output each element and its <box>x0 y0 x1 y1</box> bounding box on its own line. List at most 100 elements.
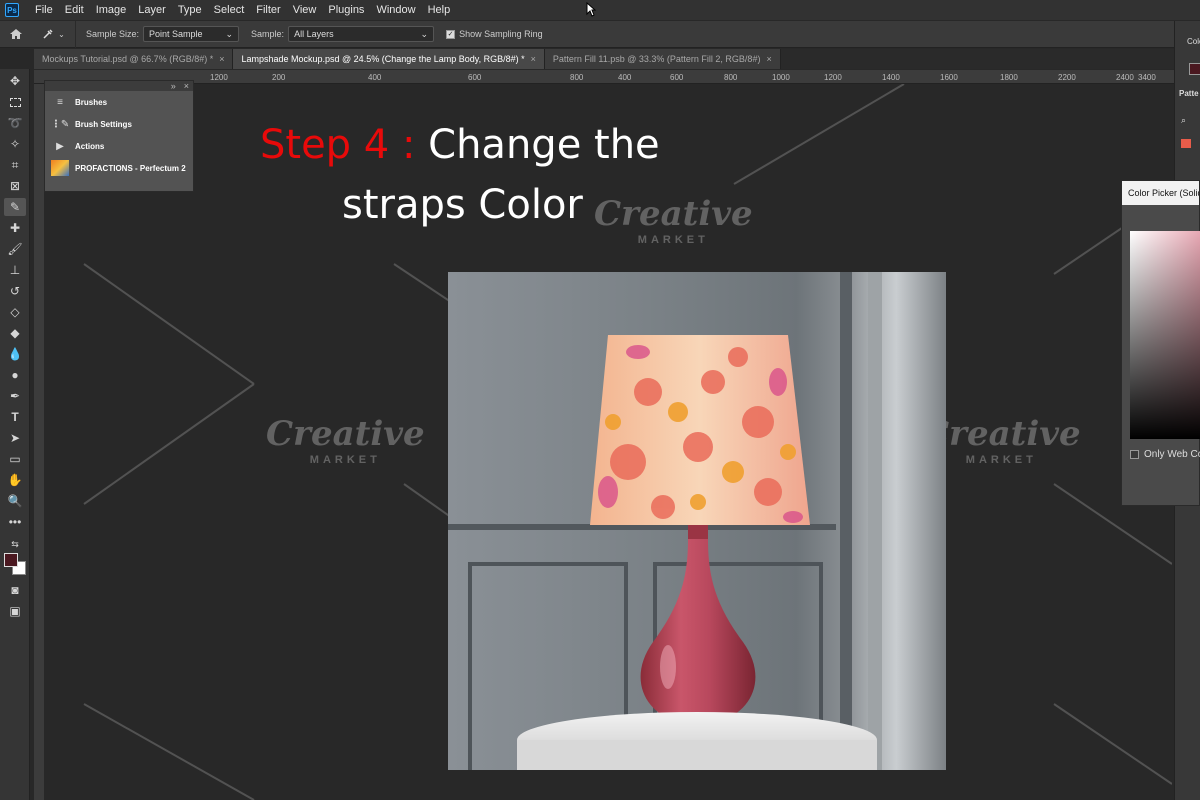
close-icon[interactable]: × <box>766 54 771 64</box>
ruler-label: 400 <box>368 73 382 82</box>
rectangle-tool-icon[interactable]: ▭ <box>4 450 26 468</box>
pen-tool-icon[interactable]: ✒ <box>4 387 26 405</box>
menu-filter[interactable]: Filter <box>250 4 286 16</box>
only-web-colors-checkbox[interactable] <box>1130 450 1139 459</box>
chevron-down-icon: ⌄ <box>58 29 65 39</box>
tools-panel: ✥ ➰ ✧ ⌗ ⊠ ✎ ✚ 🖌 ⊥ ↺ ◇ ◆ 💧 ● ✒ T ➤ ▭ ✋ 🔍 … <box>0 69 30 800</box>
ruler-label: 1400 <box>882 73 900 82</box>
panel-item-brush-settings[interactable]: ⋮✎ Brush Settings <box>45 113 193 135</box>
color-picker-title: Color Picker (Solid Color) <box>1122 181 1199 205</box>
panel-item-profactions[interactable]: PROFACTIONS - Perfectum 2 <box>45 157 193 179</box>
hand-tool-icon[interactable]: ✋ <box>4 471 26 489</box>
step-number: Step 4 : <box>260 122 416 168</box>
document-tab-bar: Mockups Tutorial.psd @ 66.7% (RGB/8#) * … <box>34 49 1174 69</box>
healing-brush-tool-icon[interactable]: ✚ <box>4 219 26 237</box>
eyedropper-tool-icon[interactable]: ✎ <box>4 198 26 216</box>
panel-header: » × <box>45 81 193 91</box>
paint-bucket-tool-icon[interactable]: ◆ <box>4 324 26 342</box>
tool-preset-picker[interactable]: ⌄ <box>32 20 76 48</box>
sample-select[interactable]: All Layers ⌄ <box>288 26 435 42</box>
lamp-illustration <box>517 335 877 770</box>
menu-help[interactable]: Help <box>422 4 457 16</box>
mouse-cursor-icon <box>586 2 596 17</box>
menu-select[interactable]: Select <box>208 4 251 16</box>
close-icon[interactable]: × <box>184 81 189 91</box>
menu-edit[interactable]: Edit <box>59 4 90 16</box>
eyedropper-icon <box>43 29 53 39</box>
close-icon[interactable]: × <box>219 54 224 64</box>
ruler-label: 600 <box>670 73 684 82</box>
only-web-colors-option[interactable]: Only Web Colors <box>1130 449 1200 460</box>
brushes-icon: ≡ <box>57 96 63 108</box>
only-web-colors-label: Only Web Colors <box>1144 449 1200 460</box>
patterns-panel-tab[interactable]: Patte <box>1179 89 1199 98</box>
color-panel-tab[interactable]: Colo <box>1187 37 1200 46</box>
collapse-icon[interactable]: » <box>171 81 176 91</box>
menu-type[interactable]: Type <box>172 4 208 16</box>
menu-image[interactable]: Image <box>90 4 133 16</box>
search-icon[interactable]: ⌕ <box>1181 115 1186 126</box>
color-field[interactable] <box>1130 231 1200 439</box>
eraser-tool-icon[interactable]: ◇ <box>4 303 26 321</box>
history-brush-tool-icon[interactable]: ↺ <box>4 282 26 300</box>
step-heading-line2: straps Color <box>342 182 583 228</box>
sample-label: Sample: <box>251 29 285 39</box>
path-selection-tool-icon[interactable]: ➤ <box>4 429 26 447</box>
show-sampling-ring-checkbox[interactable]: ✓ <box>446 29 456 39</box>
tab-mockups-tutorial[interactable]: Mockups Tutorial.psd @ 66.7% (RGB/8#) * … <box>34 49 234 69</box>
home-button[interactable] <box>0 21 32 48</box>
crop-tool-icon[interactable]: ⌗ <box>4 156 26 174</box>
lasso-tool-icon[interactable]: ➰ <box>4 114 26 132</box>
tab-pattern-fill[interactable]: Pattern Fill 11.psb @ 33.3% (Pattern Fil… <box>544 49 781 69</box>
menu-window[interactable]: Window <box>370 4 421 16</box>
clone-stamp-tool-icon[interactable]: ⊥ <box>4 261 26 279</box>
frame-tool-icon[interactable]: ⊠ <box>4 177 26 195</box>
vertical-ruler <box>34 84 44 800</box>
sample-size-label: Sample Size: <box>86 29 140 39</box>
marquee-tool-icon[interactable] <box>4 93 26 111</box>
ruler-label: 800 <box>570 73 584 82</box>
zoom-tool-icon[interactable]: 🔍 <box>4 492 26 510</box>
tab-label: Pattern Fill 11.psb @ 33.3% (Pattern Fil… <box>552 54 761 64</box>
ruler-label: 2400 <box>1116 73 1134 82</box>
ruler-label: 1600 <box>940 73 958 82</box>
menu-file[interactable]: File <box>29 4 59 16</box>
menu-plugins[interactable]: Plugins <box>322 4 370 16</box>
options-bar: ⌄ Sample Size: Point Sample ⌄ Sample: Al… <box>0 20 1200 48</box>
close-icon[interactable]: × <box>531 54 536 64</box>
step-heading-line1: Step 4 : Change the <box>260 122 660 168</box>
panel-item-actions[interactable]: ▶ Actions <box>45 135 193 157</box>
move-tool-icon[interactable]: ✥ <box>4 72 26 90</box>
swap-colors-icon[interactable]: ⇆ <box>4 535 26 553</box>
menu-bar: Ps File Edit Image Layer Type Select Fil… <box>0 0 1200 20</box>
chevron-down-icon: ⌄ <box>225 28 234 39</box>
play-icon: ▶ <box>56 140 64 152</box>
pattern-thumb-icon[interactable] <box>1181 139 1191 148</box>
panel-item-label: PROFACTIONS - Perfectum 2 <box>75 163 186 173</box>
tab-lampshade-mockup[interactable]: Lampshade Mockup.psd @ 24.5% (Change the… <box>233 49 545 69</box>
dodge-tool-icon[interactable]: ● <box>4 366 26 384</box>
blur-tool-icon[interactable]: 💧 <box>4 345 26 363</box>
tab-label: Lampshade Mockup.psd @ 24.5% (Change the… <box>241 54 525 64</box>
menu-layer[interactable]: Layer <box>132 4 172 16</box>
more-tools-icon[interactable]: ••• <box>4 513 26 531</box>
lamp-mockup-photo <box>448 272 946 770</box>
panel-item-label: Actions <box>75 141 105 151</box>
sample-size-select[interactable]: Point Sample ⌄ <box>143 26 240 42</box>
type-tool-icon[interactable]: T <box>4 408 26 426</box>
profactions-thumb-icon <box>51 160 69 176</box>
panel-item-label: Brushes <box>75 97 108 107</box>
ruler-label: 1800 <box>1000 73 1018 82</box>
magic-wand-tool-icon[interactable]: ✧ <box>4 135 26 153</box>
quick-mask-icon[interactable]: ◙ <box>4 581 26 599</box>
menu-view[interactable]: View <box>287 4 323 16</box>
ruler-label: 400 <box>618 73 632 82</box>
horizontal-ruler: 1200 200 400 600 800 200 400 600 800 100… <box>34 70 1174 84</box>
brush-tool-icon[interactable]: 🖌 <box>4 240 26 258</box>
color-picker-dialog: Color Picker (Solid Color) Only Web Colo… <box>1121 180 1200 506</box>
foreground-color-swatch[interactable] <box>4 553 18 567</box>
screen-mode-icon[interactable]: ▣ <box>4 602 26 620</box>
color-swatch-preview <box>1189 63 1200 75</box>
panel-item-brushes[interactable]: ≡ Brushes <box>45 91 193 113</box>
photoshop-logo-icon[interactable]: Ps <box>5 3 19 17</box>
